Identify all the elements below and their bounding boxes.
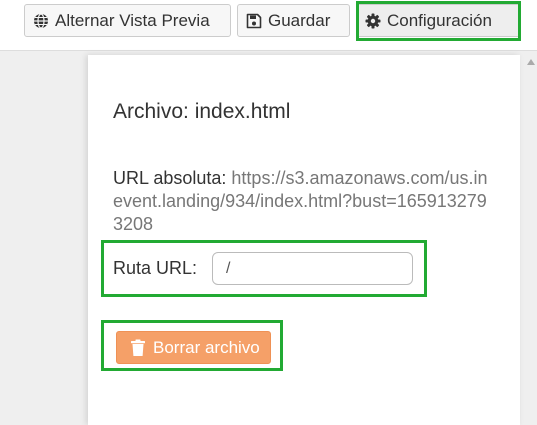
gear-icon [365,13,381,29]
toggle-preview-label: Alternar Vista Previa [55,10,210,30]
file-title: Archivo: index.html [113,100,291,123]
route-url-label: Ruta URL: [113,258,198,278]
top-toolbar: Alternar Vista Previa Guardar Configurac… [0,0,537,50]
delete-file-label: Borrar archivo [153,337,260,357]
save-button[interactable]: Guardar [237,4,350,37]
absolute-url: URL absoluta: https://s3.amazonaws.com/u… [113,167,495,236]
settings-label: Configuración [387,10,492,30]
save-label: Guardar [268,10,331,30]
globe-icon [33,12,49,29]
floppy-disk-icon [246,13,262,29]
absolute-url-label: URL absoluta: [113,168,227,188]
delete-file-button[interactable]: Borrar archivo [116,331,271,364]
toggle-preview-button[interactable]: Alternar Vista Previa [24,4,231,37]
settings-button[interactable]: Configuración [356,4,521,37]
scroll-up-arrow[interactable] [527,59,535,65]
trash-icon [130,339,146,357]
route-url-input[interactable] [212,252,413,285]
